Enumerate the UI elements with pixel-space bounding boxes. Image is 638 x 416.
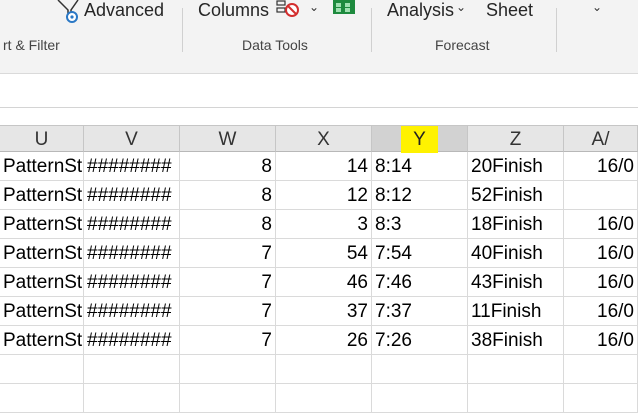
cell[interactable]: 8 [180,152,276,181]
cell[interactable]: 3 [276,210,372,239]
cell[interactable]: 20Finish [468,152,564,181]
cell[interactable]: 7:26 [372,326,468,355]
cell[interactable]: PatternSta [0,326,84,355]
column-header-x[interactable]: X [276,125,372,152]
cell[interactable]: PatternSta [0,210,84,239]
cell[interactable] [84,355,180,384]
cell[interactable]: 7 [180,239,276,268]
advanced-filter-icon[interactable] [56,0,82,24]
group-label-sort-filter: rt & Filter [3,37,60,53]
text-to-columns-button[interactable]: Columns [198,0,269,21]
cell[interactable]: 37 [276,297,372,326]
cell[interactable]: PatternSta [0,152,84,181]
cell[interactable] [180,355,276,384]
cell[interactable]: 54 [276,239,372,268]
advanced-button[interactable]: Advanced [84,0,164,21]
cell[interactable]: 14 [276,152,372,181]
cell[interactable]: 8 [180,181,276,210]
cell[interactable]: 46 [276,268,372,297]
cell[interactable] [180,384,276,413]
cell[interactable]: 26 [276,326,372,355]
cell[interactable] [372,355,468,384]
cell[interactable]: 52Finish [468,181,564,210]
cell[interactable]: 12 [276,181,372,210]
cell[interactable]: PatternSta [0,239,84,268]
cell[interactable]: 7:37 [372,297,468,326]
cell[interactable]: 7 [180,268,276,297]
data-validation-icon[interactable] [276,0,302,20]
column-header-z[interactable]: Z [468,125,564,152]
forecast-sheet-button[interactable]: Sheet [486,0,533,21]
chevron-down-icon[interactable]: ⌄ [309,0,319,14]
cell[interactable] [276,384,372,413]
cell[interactable]: 7:54 [372,239,468,268]
cell[interactable] [84,384,180,413]
cell[interactable]: 16/0 [564,239,638,268]
cell[interactable]: 7 [180,326,276,355]
cell[interactable]: ######## [84,181,180,210]
group-label-data-tools: Data Tools [242,37,308,53]
cell[interactable]: 16/0 [564,297,638,326]
formula-bar-area [0,74,638,108]
cell[interactable]: ######## [84,297,180,326]
chevron-down-icon[interactable]: ⌄ [456,0,466,14]
cell[interactable]: 7:46 [372,268,468,297]
cell[interactable]: ######## [84,152,180,181]
column-header-u[interactable]: U [0,125,84,152]
cell[interactable] [276,355,372,384]
cell[interactable]: 8:12 [372,181,468,210]
cell[interactable] [372,384,468,413]
what-if-analysis-button[interactable]: Analysis [387,0,454,21]
cell[interactable]: PatternSta [0,181,84,210]
cell[interactable]: ######## [84,210,180,239]
cell[interactable] [564,181,638,210]
ribbon-collapse-chevron-icon[interactable]: ⌄ [592,0,602,14]
column-header-label: Y [401,126,438,153]
cell[interactable] [0,355,84,384]
cell[interactable]: 7 [180,297,276,326]
cell[interactable]: 43Finish [468,268,564,297]
column-header-y[interactable]: Y [372,125,468,153]
column-header-v[interactable]: V [84,125,180,152]
data-model-icon[interactable] [332,0,356,16]
cell[interactable]: 40Finish [468,239,564,268]
cell[interactable] [564,355,638,384]
cell[interactable] [468,355,564,384]
cell[interactable]: 8 [180,210,276,239]
cell[interactable]: 16/0 [564,326,638,355]
cell[interactable]: 8:14 [372,152,468,181]
cell[interactable]: PatternSta [0,268,84,297]
group-separator [182,8,183,52]
cell[interactable]: ######## [84,268,180,297]
cell[interactable]: 16/0 [564,210,638,239]
cell[interactable]: 16/0 [564,152,638,181]
group-separator [371,8,372,52]
cell[interactable] [0,384,84,413]
cell[interactable] [564,384,638,413]
cell[interactable]: 18Finish [468,210,564,239]
column-header-a[interactable]: A/ [564,125,638,152]
cell[interactable]: 16/0 [564,268,638,297]
cell[interactable] [468,384,564,413]
group-label-forecast: Forecast [435,37,490,53]
cell[interactable]: 11Finish [468,297,564,326]
cell[interactable]: 8:3 [372,210,468,239]
group-separator [556,8,557,52]
cell[interactable]: 38Finish [468,326,564,355]
cell[interactable]: PatternSta [0,297,84,326]
column-header-w[interactable]: W [180,125,276,152]
cell[interactable]: ######## [84,239,180,268]
cell[interactable]: ######## [84,326,180,355]
ribbon: Advanced Columns ⌄ Analysis ⌄ Sheet ⌄ rt… [0,0,638,74]
